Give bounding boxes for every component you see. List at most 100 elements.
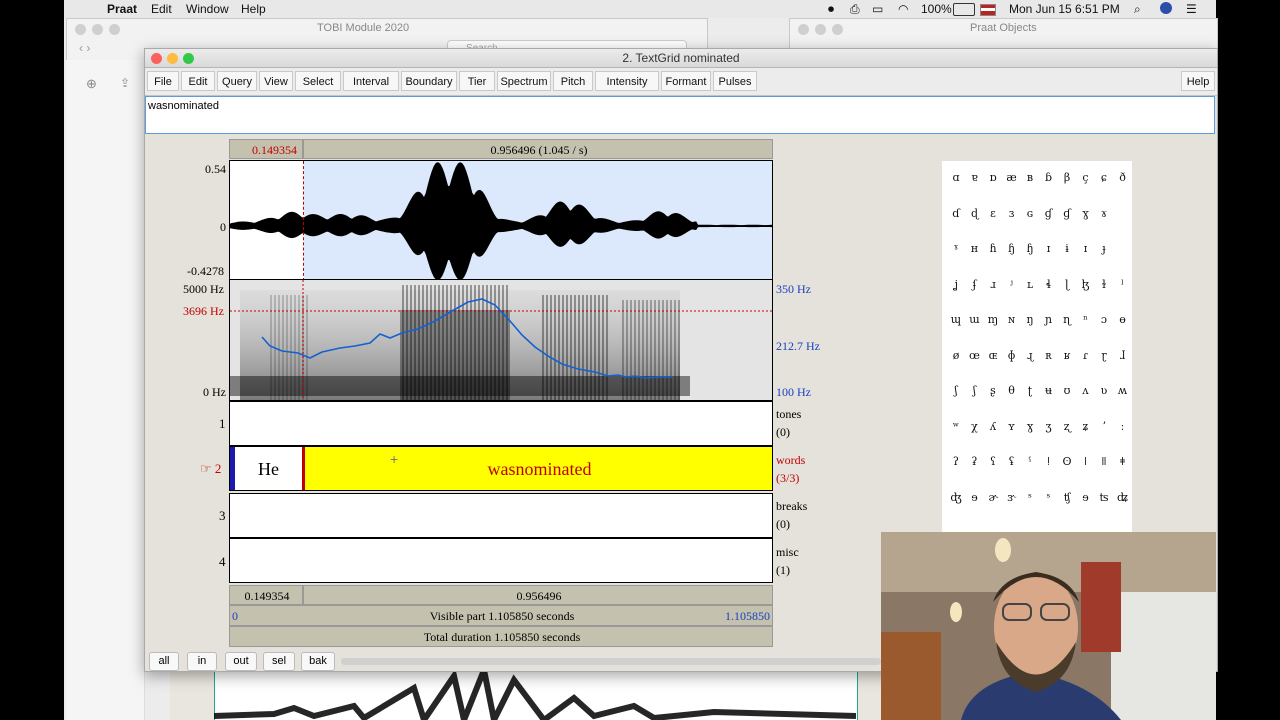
ipa-character-palette[interactable]: ɑɐɒæʙɓβçɕðɗɖɛɜɢɠɠɣɤˠʜɦɧɧɪɨɪɟʝʄɹʲʟɬɭɮɫˡɰɯ… [942, 161, 1132, 561]
ipa-symbol[interactable]: ʏ [1002, 420, 1022, 433]
selection-time-bar-bottom[interactable]: 0.956496 [303, 585, 773, 605]
ipa-symbol[interactable]: ɲ [1039, 313, 1059, 326]
ipa-symbol[interactable]: ˤ [1020, 455, 1040, 468]
tier-4-misc[interactable] [229, 538, 773, 583]
menu-app-name[interactable]: Praat [107, 2, 137, 16]
ipa-symbol[interactable]: ʙ [1020, 171, 1040, 184]
ipa-symbol[interactable]: ɦ [983, 242, 1003, 255]
ipa-symbol[interactable]: ǃ [1039, 455, 1059, 468]
screen-record-icon[interactable]: ⏺ [828, 2, 834, 17]
notification-center-icon[interactable]: ☰ [1186, 2, 1197, 16]
ipa-symbol[interactable]: ɑ [946, 171, 966, 184]
ipa-symbol[interactable]: θ [1002, 384, 1022, 397]
ipa-symbol[interactable]: ɸ [1002, 349, 1022, 362]
ipa-symbol[interactable]: ɳ [1057, 313, 1077, 326]
ipa-symbol[interactable]: β [1057, 171, 1077, 184]
menu-boundary[interactable]: Boundary [401, 71, 457, 91]
ipa-symbol[interactable]: ǀ [1076, 455, 1096, 468]
user-icon[interactable] [1160, 2, 1172, 14]
interval-text-field[interactable]: wasnominated [145, 96, 1215, 134]
ipa-symbol[interactable]: ʜ [965, 242, 985, 255]
ipa-symbol[interactable]: ʌ [1076, 384, 1096, 397]
zoom-icon[interactable]: ⊕ [86, 76, 97, 92]
ipa-symbol[interactable]: ʋ [1094, 384, 1114, 397]
wifi-icon[interactable]: ◠ [898, 2, 908, 16]
zoom-selection-button[interactable]: sel [263, 652, 295, 671]
ipa-symbol[interactable]: ɢ [1020, 207, 1040, 220]
menu-clock[interactable]: Mon Jun 15 6:51 PM [1009, 2, 1120, 16]
ipa-symbol[interactable]: ø [946, 349, 966, 362]
ipa-symbol[interactable]: ɯ [965, 313, 985, 326]
ipa-symbol[interactable]: ç [1076, 171, 1096, 184]
total-duration-bar[interactable]: Total duration 1.105850 seconds [229, 626, 773, 647]
ipa-symbol[interactable]: ʐ [1057, 420, 1077, 433]
ipa-symbol[interactable]: ɘ [1076, 491, 1096, 504]
menu-pitch[interactable]: Pitch [553, 71, 593, 91]
ipa-symbol[interactable]: ɟ [1094, 242, 1114, 255]
ipa-symbol[interactable]: ʝ [946, 278, 966, 291]
ipa-symbol[interactable]: ɠ [1057, 207, 1077, 220]
close-icon[interactable] [151, 53, 162, 64]
ipa-symbol[interactable]: ʤ [946, 491, 966, 504]
ipa-symbol[interactable]: ɮ [1076, 278, 1096, 291]
menu-intensity[interactable]: Intensity [595, 71, 659, 91]
ipa-symbol[interactable]: ʕ [983, 455, 1003, 468]
ipa-symbol[interactable]: ɣ [1076, 207, 1096, 220]
menu-interval[interactable]: Interval [343, 71, 399, 91]
ipa-symbol[interactable]: ˢ [1039, 491, 1059, 504]
ipa-symbol[interactable]: ʎ [983, 420, 1003, 433]
ipa-symbol[interactable]: ʄ [965, 278, 985, 291]
ipa-symbol[interactable]: ʁ [1057, 349, 1077, 362]
ipa-symbol[interactable]: ɽ [1094, 349, 1114, 362]
menu-help[interactable]: Help [1181, 71, 1215, 91]
ipa-symbol[interactable]: ɚ [983, 491, 1003, 504]
ipa-symbol[interactable]: ɔ [1094, 313, 1114, 326]
ipa-symbol[interactable]: ɵ [1113, 313, 1133, 326]
ipa-symbol[interactable]: ɠ [1039, 207, 1059, 220]
ipa-symbol[interactable]: ʟ [1020, 278, 1040, 291]
ipa-symbol[interactable]: ɰ [946, 313, 966, 326]
ipa-symbol[interactable]: ɧ [1020, 242, 1040, 255]
tier-1-tones[interactable] [229, 401, 773, 446]
ipa-symbol[interactable]: ǂ [1113, 455, 1133, 468]
tier-2-words[interactable]: He wasnominated + [229, 446, 773, 491]
ipa-symbol[interactable]: ɺ [1113, 349, 1133, 362]
ipa-symbol[interactable]: ɹ [983, 278, 1003, 291]
menu-help[interactable]: Help [241, 2, 266, 16]
back-forward-icon[interactable]: ‹ › [79, 41, 90, 55]
horizontal-scrollbar[interactable] [341, 658, 881, 665]
ipa-symbol[interactable]: ʷ [946, 420, 966, 433]
ipa-symbol[interactable]: ɬ [1039, 278, 1059, 291]
ipa-symbol[interactable]: œ [965, 349, 985, 362]
ipa-symbol[interactable]: ʃ [946, 384, 966, 397]
ipa-symbol[interactable]: ð [1113, 171, 1133, 184]
zoom-back-button[interactable]: bak [301, 652, 335, 671]
ipa-symbol[interactable]: ʧ [1057, 491, 1077, 504]
menu-view[interactable]: View [259, 71, 293, 91]
ipa-symbol[interactable]: ʀ [1039, 349, 1059, 362]
ipa-symbol[interactable]: ɕ [1094, 171, 1114, 184]
menu-edit[interactable]: Edit [181, 71, 215, 91]
tier-1-name[interactable]: tones [776, 407, 801, 422]
ipa-symbol[interactable]: ʡ [965, 455, 985, 468]
menu-query[interactable]: Query [217, 71, 257, 91]
share-icon[interactable]: ⇪ [120, 76, 130, 90]
ipa-symbol[interactable]: ɗ [946, 207, 966, 220]
interval-wasnominated[interactable]: wasnominated + [305, 447, 772, 490]
menu-select[interactable]: Select [295, 71, 341, 91]
ipa-symbol[interactable]: ɤ [1094, 207, 1114, 220]
tier-2-name[interactable]: words [776, 453, 805, 468]
menu-edit[interactable]: Edit [151, 2, 172, 16]
menu-formant[interactable]: Formant [661, 71, 711, 91]
ipa-symbol[interactable]: ɜ [1002, 207, 1022, 220]
ipa-symbol[interactable]: ɻ [1020, 349, 1040, 362]
ipa-symbol[interactable]: ʢ [1002, 455, 1022, 468]
minimize-icon[interactable] [167, 53, 178, 64]
ipa-symbol[interactable]: ɶ [983, 349, 1003, 362]
ipa-symbol[interactable]: ˡ [1113, 278, 1133, 291]
ipa-symbol[interactable]: ʍ [1113, 384, 1133, 397]
ipa-symbol[interactable]: ʊ [1057, 384, 1077, 397]
ipa-symbol[interactable]: ɪ [1039, 242, 1059, 255]
ipa-symbol[interactable]: ʂ [983, 384, 1003, 397]
ipa-symbol[interactable]: ɴ [1002, 313, 1022, 326]
